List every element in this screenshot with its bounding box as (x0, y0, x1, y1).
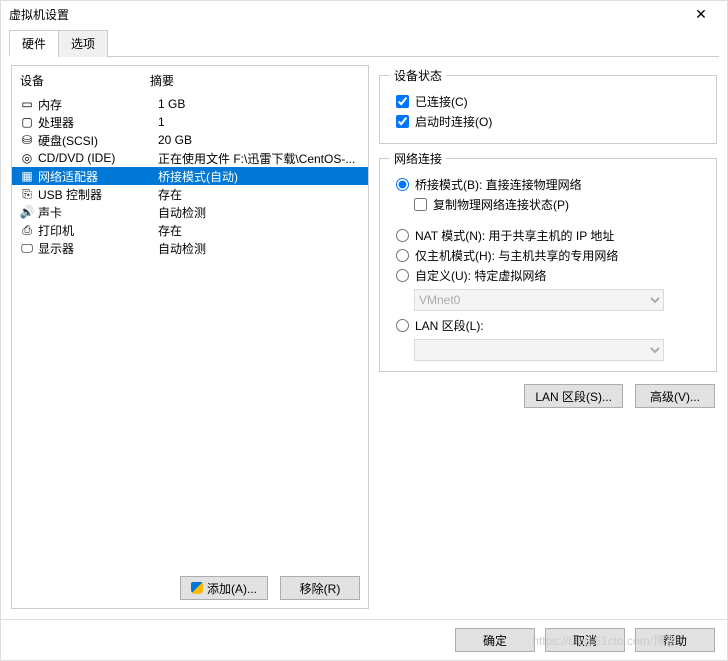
lanseg-label: LAN 区段(L): (415, 317, 484, 334)
bridged-label: 桥接模式(B): 直接连接物理网络 (415, 176, 582, 193)
col-summary: 摘要 (150, 72, 360, 89)
custom-radio[interactable] (396, 269, 409, 282)
device-name: USB 控制器 (38, 186, 158, 203)
device-summary: 桥接模式(自动) (158, 168, 364, 185)
network-connection-group: 网络连接 桥接模式(B): 直接连接物理网络 复制物理网络连接状态(P) NAT… (379, 150, 717, 372)
replicate-label: 复制物理网络连接状态(P) (433, 196, 569, 213)
lanseg-select (414, 339, 664, 361)
close-icon[interactable]: ✕ (681, 6, 721, 23)
device-summary: 自动检测 (158, 240, 364, 257)
tab-options[interactable]: 选项 (58, 30, 108, 57)
device-list[interactable]: ▭内存1 GB▢处理器1⛁硬盘(SCSI)20 GB◎CD/DVD (IDE)正… (12, 95, 368, 568)
device-summary: 正在使用文件 F:\迅雷下载\CentOS-... (158, 150, 364, 167)
display-icon: 🖵 (18, 241, 36, 255)
device-name: 处理器 (38, 114, 158, 131)
shield-icon (191, 582, 203, 594)
advanced-button[interactable]: 高级(V)... (635, 384, 715, 408)
settings-panel: 设备状态 已连接(C) 启动时连接(O) 网络连接 桥接模式(B): 直接连接物… (379, 65, 717, 609)
lan-segments-button[interactable]: LAN 区段(S)... (524, 384, 623, 408)
device-row-7[interactable]: ⎙打印机存在 (12, 221, 368, 239)
device-state-legend: 设备状态 (390, 67, 446, 84)
hostonly-label: 仅主机模式(H): 与主机共享的专用网络 (415, 247, 618, 264)
add-button[interactable]: 添加(A)... (180, 576, 268, 600)
device-name: 内存 (38, 96, 158, 113)
device-name: 硬盘(SCSI) (38, 132, 158, 149)
device-row-5[interactable]: ⎘USB 控制器存在 (12, 185, 368, 203)
bridged-radio[interactable] (396, 178, 409, 191)
cpu-icon: ▢ (18, 115, 36, 129)
device-row-8[interactable]: 🖵显示器自动检测 (12, 239, 368, 257)
connected-checkbox[interactable] (396, 95, 409, 108)
hostonly-radio[interactable] (396, 249, 409, 262)
sound-icon: 🔊 (18, 205, 36, 219)
custom-vmnet-select: VMnet0 (414, 289, 664, 311)
device-summary: 存在 (158, 186, 364, 203)
device-list-panel: 设备 摘要 ▭内存1 GB▢处理器1⛁硬盘(SCSI)20 GB◎CD/DVD … (11, 65, 369, 609)
device-row-1[interactable]: ▢处理器1 (12, 113, 368, 131)
remove-button[interactable]: 移除(R) (280, 576, 360, 600)
col-device: 设备 (20, 72, 150, 89)
cd-icon: ◎ (18, 151, 36, 165)
nic-icon: ▦ (18, 169, 36, 183)
device-summary: 1 (158, 115, 364, 129)
ok-button[interactable]: 确定 (455, 628, 535, 652)
network-connection-legend: 网络连接 (390, 150, 446, 167)
device-row-0[interactable]: ▭内存1 GB (12, 95, 368, 113)
lanseg-radio[interactable] (396, 319, 409, 332)
connect-at-poweron-checkbox[interactable] (396, 115, 409, 128)
device-summary: 1 GB (158, 97, 364, 111)
disk-icon: ⛁ (18, 133, 36, 147)
device-summary: 存在 (158, 222, 364, 239)
nat-label: NAT 模式(N): 用于共享主机的 IP 地址 (415, 227, 614, 244)
nat-radio[interactable] (396, 229, 409, 242)
device-row-2[interactable]: ⛁硬盘(SCSI)20 GB (12, 131, 368, 149)
tab-bar: 硬件 选项 (9, 29, 719, 57)
printer-icon: ⎙ (18, 223, 36, 237)
device-name: 打印机 (38, 222, 158, 239)
device-name: 声卡 (38, 204, 158, 221)
device-name: 网络适配器 (38, 168, 158, 185)
custom-label: 自定义(U): 特定虚拟网络 (415, 267, 546, 284)
device-row-4[interactable]: ▦网络适配器桥接模式(自动) (12, 167, 368, 185)
device-row-3[interactable]: ◎CD/DVD (IDE)正在使用文件 F:\迅雷下载\CentOS-... (12, 149, 368, 167)
connect-at-poweron-label: 启动时连接(O) (415, 113, 492, 130)
device-summary: 自动检测 (158, 204, 364, 221)
replicate-checkbox[interactable] (414, 198, 427, 211)
dialog-title: 虚拟机设置 (9, 6, 69, 23)
usb-icon: ⎘ (18, 187, 36, 201)
connected-label: 已连接(C) (415, 93, 468, 110)
memory-icon: ▭ (18, 97, 36, 111)
device-row-6[interactable]: 🔊声卡自动检测 (12, 203, 368, 221)
tab-hardware[interactable]: 硬件 (9, 30, 59, 57)
device-name: CD/DVD (IDE) (38, 151, 158, 165)
cancel-button[interactable]: 取消 (545, 628, 625, 652)
help-button[interactable]: 帮助 (635, 628, 715, 652)
device-name: 显示器 (38, 240, 158, 257)
device-state-group: 设备状态 已连接(C) 启动时连接(O) (379, 67, 717, 144)
device-summary: 20 GB (158, 133, 364, 147)
